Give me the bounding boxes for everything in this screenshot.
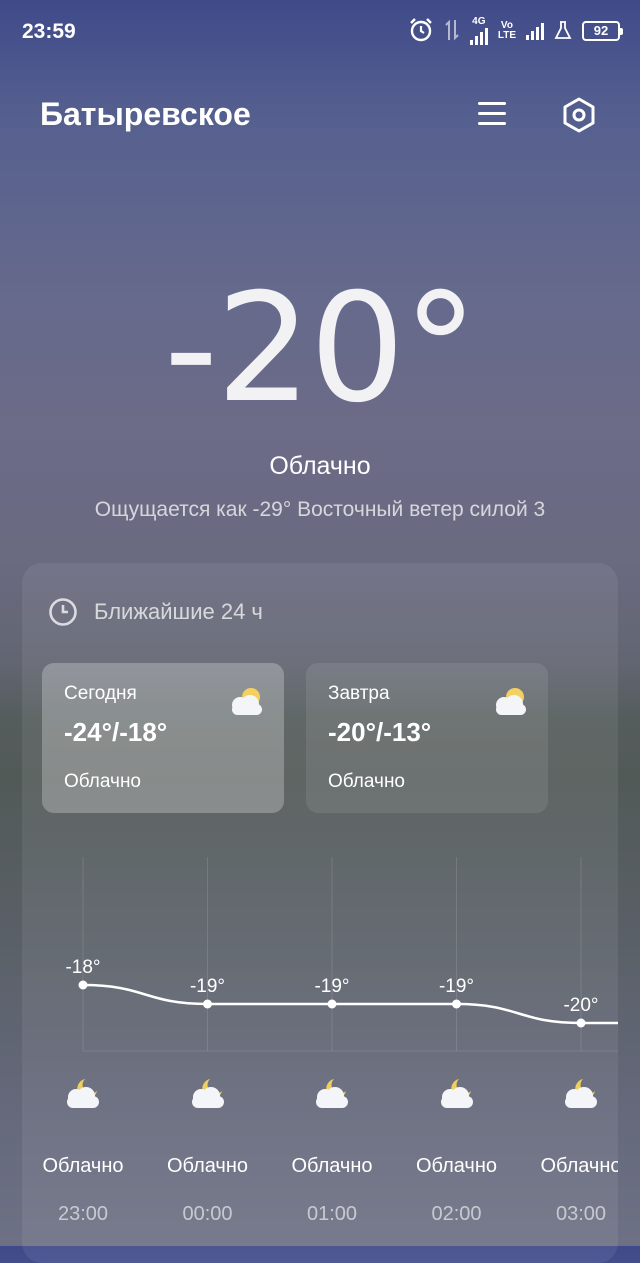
today-range: -24°/-18°	[64, 717, 168, 747]
temperature-point	[78, 980, 88, 990]
menu-icon	[478, 102, 506, 105]
data-arrows-icon	[444, 18, 460, 45]
clock-icon	[49, 598, 77, 626]
hour-time: 03:00	[555, 1203, 607, 1225]
temperature-line	[82, 983, 618, 1025]
temperature-point	[327, 999, 337, 1009]
temperature-point	[576, 1018, 586, 1028]
settings-button[interactable]	[560, 96, 598, 134]
status-bar: 23:59 4G Vo LTE 92	[0, 0, 640, 64]
today-condition: Облачно	[64, 771, 142, 792]
feels-like-text: Ощущается как -29° Восточный ветер силой…	[94, 498, 546, 521]
tomorrow-range: -20°/-13°	[328, 717, 432, 747]
signal-volte-icon: Vo LTE	[498, 21, 516, 41]
card-title: Ближайшие 24 ч	[94, 599, 263, 624]
temperature-label: -19°	[439, 976, 474, 997]
city-title[interactable]: Батыревское	[40, 96, 251, 133]
net-lte-label: LTE	[497, 30, 516, 41]
forecast-card: Ближайшие 24 ч Сегодня -24°/-18° Облачно…	[22, 563, 618, 1263]
hour-time: 01:00	[306, 1203, 358, 1225]
menu-button[interactable]	[476, 98, 508, 130]
hour-condition: Облачно	[42, 1155, 124, 1177]
signal-4g-icon: 4G	[469, 16, 488, 45]
hour-condition: Облачно	[415, 1155, 498, 1177]
net-4g-label: 4G	[472, 16, 486, 27]
hour-condition: Облачно	[291, 1155, 373, 1177]
cloudy-moon-icon	[437, 1075, 477, 1116]
hourly-temperature-chart: -18° -19° -19° -19° -20°	[65, 857, 618, 1052]
tomorrow-summary[interactable]: Завтра -20°/-13° Облачно	[306, 663, 548, 813]
current-condition: Облачно	[269, 452, 371, 480]
hour-time: 23:00	[57, 1203, 109, 1225]
temperature-label: -19°	[314, 976, 349, 997]
status-time: 23:59	[22, 20, 76, 43]
temperature-label: -20°	[563, 995, 598, 1016]
signal-bars	[469, 27, 488, 45]
today-label: Сегодня	[64, 683, 137, 704]
hour-condition: Облачно	[540, 1155, 618, 1177]
temperature-point	[203, 999, 212, 1009]
hour-time: 02:00	[431, 1203, 482, 1225]
today-summary[interactable]: Сегодня -24°/-18° Облачно	[42, 663, 284, 813]
temperature-label: -18°	[65, 957, 100, 978]
temperature-label: -19°	[190, 976, 225, 997]
current-temperature: -20°	[164, 262, 478, 436]
card-header: Ближайшие 24 ч	[48, 597, 263, 627]
cloudy-moon-icon	[561, 1075, 601, 1116]
cloudy-moon-icon	[312, 1075, 352, 1116]
status-icons: 4G Vo LTE 92	[408, 16, 623, 46]
cloudy-moon-icon	[188, 1075, 228, 1116]
cloudy-sun-icon	[232, 688, 262, 715]
tomorrow-condition: Облачно	[328, 771, 406, 792]
alarm-icon	[408, 17, 434, 46]
flask-icon	[554, 20, 572, 43]
hour-condition: Облачно	[166, 1155, 249, 1177]
hour-time: 00:00	[182, 1203, 233, 1225]
cloudy-sun-icon	[496, 688, 526, 715]
battery-indicator: 92	[582, 21, 623, 41]
temperature-point	[452, 999, 461, 1009]
tomorrow-label: Завтра	[328, 683, 390, 704]
signal-bars-2	[526, 22, 544, 40]
settings-icon	[563, 97, 595, 133]
cloudy-moon-icon	[63, 1075, 103, 1116]
